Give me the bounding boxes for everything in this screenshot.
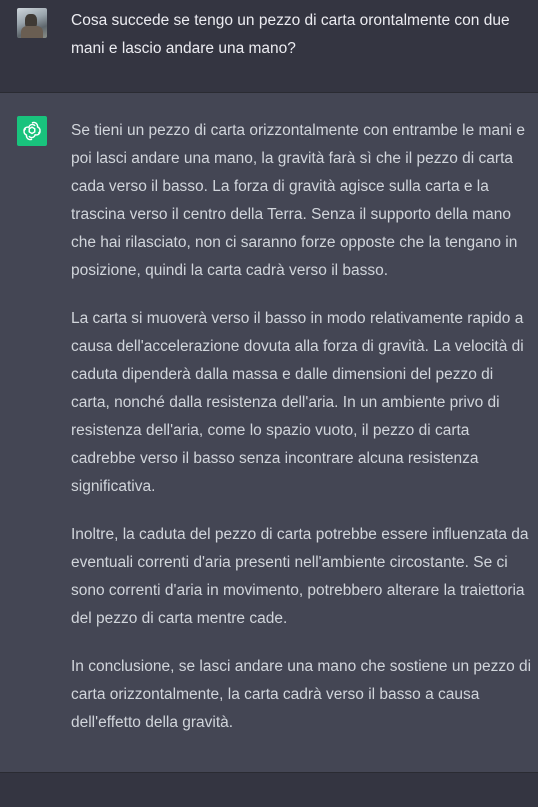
avatar-figure-body bbox=[21, 26, 43, 38]
bottom-area bbox=[0, 773, 538, 807]
openai-logo-icon bbox=[23, 121, 41, 141]
user-message-text: Cosa succede se tengo un pezzo di carta … bbox=[71, 12, 510, 57]
user-avatar bbox=[17, 8, 47, 38]
assistant-paragraph: Se tieni un pezzo di carta orizzontalmen… bbox=[71, 122, 526, 279]
assistant-message-text: Se tieni un pezzo di carta orizzontalmen… bbox=[71, 117, 533, 757]
chat-page: Cosa succede se tengo un pezzo di carta … bbox=[0, 0, 538, 807]
assistant-avatar bbox=[17, 116, 47, 146]
assistant-paragraph: Inoltre, la caduta del pezzo di carta po… bbox=[71, 526, 529, 627]
assistant-paragraph: La carta si muoverà verso il basso in mo… bbox=[71, 310, 524, 495]
assistant-paragraph: In conclusione, se lasci andare una mano… bbox=[71, 658, 532, 731]
user-message-row: Cosa succede se tengo un pezzo di carta … bbox=[0, 0, 538, 92]
